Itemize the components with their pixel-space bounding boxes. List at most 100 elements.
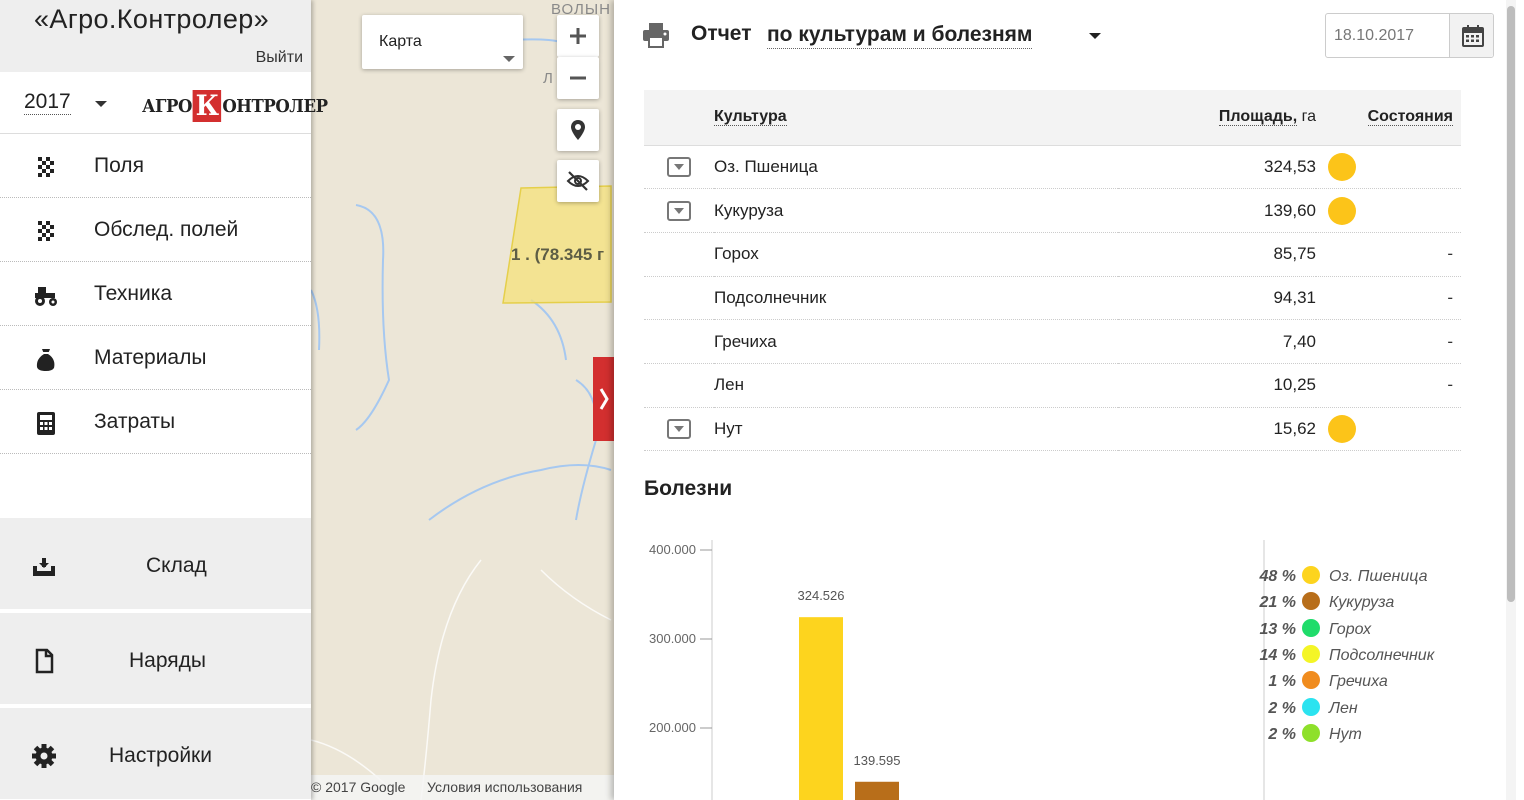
bar-value-label: 139.595 bbox=[854, 753, 901, 768]
state-indicator-dot[interactable] bbox=[1328, 152, 1356, 181]
crop-table: Культура Площадь, га Состояния Оз. Пшени… bbox=[644, 90, 1461, 452]
brand-logo: АГРО К ОНТРОЛЕР bbox=[142, 88, 328, 124]
printer-icon[interactable] bbox=[642, 22, 670, 48]
nav-item-label: Затраты bbox=[94, 410, 176, 433]
nav-item-fields[interactable]: Поля bbox=[0, 134, 311, 198]
map-type-select[interactable]: Карта bbox=[362, 15, 523, 69]
chart-bar[interactable] bbox=[799, 617, 843, 800]
nav-item-warehouse[interactable]: Склад bbox=[0, 516, 311, 609]
map-type-label: Карта bbox=[379, 33, 422, 50]
header-area[interactable]: Площадь, га bbox=[1118, 90, 1316, 146]
header-area-unit: га bbox=[1297, 108, 1316, 126]
crop-name: Лен bbox=[714, 363, 1118, 408]
nav-item-machinery[interactable]: Техника bbox=[0, 262, 311, 326]
legend-label: Лен bbox=[1329, 699, 1358, 717]
chart-bar[interactable] bbox=[855, 781, 899, 800]
crop-area: 139,60 bbox=[1118, 188, 1316, 233]
legend-item[interactable]: 2 % Нут bbox=[1250, 723, 1362, 744]
legend-item[interactable]: 48 % Оз. Пшеница bbox=[1250, 566, 1427, 586]
crop-area: 10,25 bbox=[1118, 363, 1316, 408]
nav-item-costs[interactable]: Затраты bbox=[0, 390, 311, 454]
legend-label: Гречиха bbox=[1329, 673, 1388, 691]
crop-area: 324,53 bbox=[1118, 145, 1316, 190]
state-indicator-dot[interactable] bbox=[1328, 414, 1356, 443]
legend-label: Горох bbox=[1329, 620, 1372, 638]
crop-name: Кукуруза bbox=[714, 188, 1118, 233]
table-row[interactable]: Кукуруза 139,60 bbox=[644, 188, 1461, 233]
legend-item[interactable]: 2 % Лен bbox=[1250, 697, 1358, 718]
crop-state: - bbox=[1316, 319, 1461, 364]
legend-label: Кукуруза bbox=[1329, 594, 1395, 612]
nav-item-label: Склад bbox=[146, 554, 207, 577]
state-empty-dash: - bbox=[1447, 375, 1453, 395]
legend-percent: 2 % bbox=[1268, 699, 1296, 717]
nav-item-settings[interactable]: Настройки bbox=[0, 706, 311, 799]
header-state[interactable]: Состояния bbox=[1316, 90, 1461, 146]
field-label[interactable]: 1 . (78.345 г bbox=[511, 245, 604, 265]
crop-name: Горох bbox=[714, 232, 1118, 277]
row-expand-cell bbox=[644, 407, 714, 452]
year-select[interactable]: 2017 bbox=[24, 90, 71, 115]
legend-color-dot bbox=[1302, 644, 1320, 663]
legend-item[interactable]: 14 % Подсолнечник bbox=[1250, 644, 1435, 665]
caret-down-icon[interactable] bbox=[95, 101, 107, 107]
legend-item[interactable]: 13 % Горох bbox=[1250, 618, 1372, 639]
header-crop[interactable]: Культура bbox=[714, 90, 1118, 146]
legend-percent: 14 % bbox=[1259, 646, 1296, 664]
expand-row-button[interactable] bbox=[667, 419, 691, 440]
minus-icon bbox=[570, 76, 586, 80]
table-row[interactable]: Нут 15,62 bbox=[644, 407, 1461, 452]
expand-row-button[interactable] bbox=[667, 201, 691, 222]
diseases-title: Болезни bbox=[644, 477, 733, 500]
table-row: Лен 10,25 - bbox=[644, 363, 1461, 408]
nav-item-label: Обслед. полей bbox=[94, 218, 239, 241]
header-crop-label[interactable]: Культура bbox=[714, 108, 787, 127]
nav-item-materials[interactable]: Материалы bbox=[0, 326, 311, 390]
map-terms-link[interactable]: Условия использования bbox=[427, 779, 582, 795]
legend-color-dot bbox=[1302, 697, 1320, 716]
row-expand-cell bbox=[644, 188, 714, 233]
caret-down-icon[interactable] bbox=[1089, 33, 1101, 39]
crop-state bbox=[1316, 188, 1461, 233]
location-button[interactable] bbox=[557, 109, 599, 151]
nav-item-field-survey[interactable]: Обслед. полей bbox=[0, 198, 311, 262]
zoom-out-button[interactable] bbox=[557, 57, 599, 99]
state-empty-dash: - bbox=[1447, 331, 1453, 351]
nav-item-label: Поля bbox=[94, 154, 144, 177]
caret-down-icon bbox=[503, 56, 515, 62]
legend-label: Оз. Пшеница bbox=[1329, 568, 1428, 585]
row-expand-cell bbox=[644, 363, 714, 408]
warehouse-icon bbox=[33, 558, 55, 576]
logout-link[interactable]: Выйти bbox=[256, 49, 303, 67]
legend-label: Нут bbox=[1329, 725, 1362, 743]
header-expand bbox=[644, 90, 714, 146]
nav-item-orders[interactable]: Наряды bbox=[0, 611, 311, 704]
header-area-label[interactable]: Площадь, bbox=[1218, 108, 1298, 127]
legend-item[interactable]: 1 % Гречиха bbox=[1250, 671, 1388, 691]
legend-label: Подсолнечник bbox=[1329, 646, 1435, 664]
legend-item[interactable]: 21 % Кукуруза bbox=[1250, 592, 1394, 612]
expand-row-button[interactable] bbox=[667, 157, 691, 178]
scrollbar-thumb[interactable] bbox=[1507, 6, 1515, 602]
crop-area: 15,62 bbox=[1118, 407, 1316, 452]
legend-percent: 1 % bbox=[1268, 673, 1296, 691]
table-row[interactable]: Оз. Пшеница 324,53 bbox=[644, 145, 1461, 190]
map-pin-icon bbox=[571, 120, 585, 140]
row-expand-cell bbox=[644, 319, 714, 364]
report-type-select[interactable]: по культурам и болезням bbox=[767, 22, 1033, 49]
eye-off-icon bbox=[566, 171, 590, 191]
map-view[interactable]: ВОЛЫН Л ВС 1 . (78.345 г Карта © 2017 Go… bbox=[311, 0, 621, 800]
legend-percent: 21 % bbox=[1259, 594, 1296, 612]
state-indicator-dot[interactable] bbox=[1328, 196, 1356, 225]
table-row: Горох 85,75 - bbox=[644, 232, 1461, 277]
zoom-in-button[interactable] bbox=[557, 15, 599, 57]
crop-state bbox=[1316, 145, 1461, 190]
calendar-button[interactable] bbox=[1449, 14, 1493, 57]
logo-letter-k: К bbox=[192, 90, 222, 122]
fertilizer-bag-icon bbox=[36, 349, 55, 371]
header-state-label[interactable]: Состояния bbox=[1367, 108, 1453, 127]
hide-layer-button[interactable] bbox=[557, 160, 599, 202]
crop-area: 94,31 bbox=[1118, 276, 1316, 321]
sidebar: «Агро.Контролер» Выйти 2017 АГРО К ОНТРОЛЕ… bbox=[0, 0, 328, 800]
document-icon bbox=[35, 648, 54, 674]
